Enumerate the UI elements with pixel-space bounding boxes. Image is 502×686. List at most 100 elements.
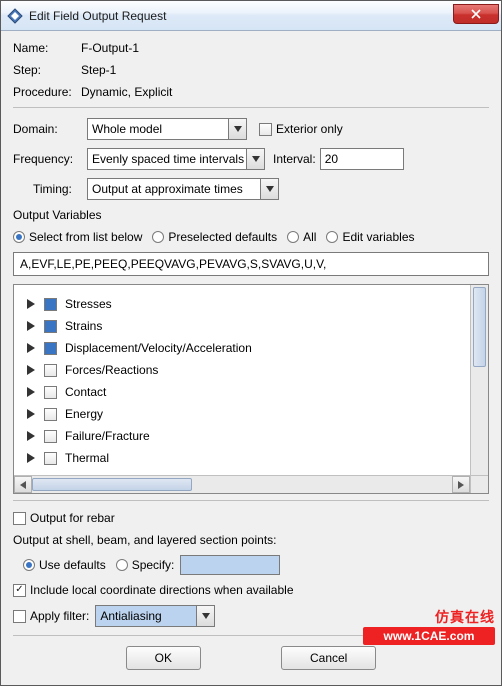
domain-label: Domain: [13, 122, 87, 136]
radio-select-from-list[interactable] [13, 231, 25, 243]
frequency-select[interactable]: Evenly spaced time intervals [87, 148, 265, 170]
timing-select-value: Output at approximate times [92, 182, 243, 196]
step-label: Step: [13, 63, 81, 77]
timing-select[interactable]: Output at approximate times [87, 178, 279, 200]
apply-filter-label: Apply filter: [30, 609, 89, 623]
variable-tree: Stresses Strains Displacement/Velocity/Acc… [13, 284, 489, 494]
tree-row[interactable]: Energy [20, 403, 464, 425]
radio-edit-label: Edit variables [342, 230, 414, 244]
radio-all-label: All [303, 230, 316, 244]
tree-checkbox[interactable] [44, 342, 57, 355]
radio-all[interactable] [287, 231, 299, 243]
horizontal-scrollbar[interactable] [14, 475, 470, 493]
output-variables-heading: Output Variables [13, 208, 489, 222]
procedure-value: Dynamic, Explicit [81, 85, 172, 99]
exterior-only-label: Exterior only [276, 122, 343, 136]
scrollbar-thumb[interactable] [473, 287, 486, 367]
radio-use-defaults[interactable] [23, 559, 35, 571]
radio-preselected[interactable] [152, 231, 164, 243]
include-local-label: Include local coordinate directions when… [30, 583, 294, 597]
chevron-down-icon [246, 149, 264, 169]
chevron-down-icon [228, 119, 246, 139]
watermark: 仿真在线 www.1CAE.com [363, 607, 495, 645]
tree-item-label: Contact [65, 385, 106, 399]
expand-icon[interactable] [26, 343, 36, 353]
output-rebar-label: Output for rebar [30, 511, 115, 525]
tree-row[interactable]: Forces/Reactions [20, 359, 464, 381]
radio-select-label: Select from list below [29, 230, 142, 244]
scrollbar-thumb[interactable] [32, 478, 192, 491]
tree-row[interactable]: Strains [20, 315, 464, 337]
tree-checkbox[interactable] [44, 298, 57, 311]
step-value: Step-1 [81, 63, 116, 77]
tree-item-label: Thermal [65, 451, 109, 465]
tree-checkbox[interactable] [44, 364, 57, 377]
expand-icon[interactable] [26, 321, 36, 331]
expand-icon[interactable] [26, 387, 36, 397]
ok-button[interactable]: OK [126, 646, 201, 670]
expand-icon[interactable] [26, 409, 36, 419]
output-rebar-checkbox[interactable] [13, 512, 26, 525]
variable-list-input[interactable]: A,EVF,LE,PE,PEEQ,PEEQVAVG,PEVAVG,S,SVAVG… [13, 252, 489, 276]
frequency-select-value: Evenly spaced time intervals [92, 152, 244, 166]
tree-item-label: Forces/Reactions [65, 363, 158, 377]
section-points-heading: Output at shell, beam, and layered secti… [13, 533, 489, 547]
expand-icon[interactable] [26, 299, 36, 309]
tree-row[interactable]: Contact [20, 381, 464, 403]
radio-edit-variables[interactable] [326, 231, 338, 243]
divider [13, 107, 489, 108]
filter-value: Antialiasing [100, 609, 161, 623]
tree-row[interactable]: Displacement/Velocity/Acceleration [20, 337, 464, 359]
domain-select[interactable]: Whole model [87, 118, 247, 140]
timing-label: Timing: [33, 182, 87, 196]
name-value: F-Output-1 [81, 41, 139, 55]
radio-specify[interactable] [116, 559, 128, 571]
domain-select-value: Whole model [92, 122, 162, 136]
dialog-content: Name: F-Output-1 Step: Step-1 Procedure:… [1, 31, 501, 676]
close-button[interactable] [453, 4, 499, 24]
apply-filter-checkbox[interactable] [13, 610, 26, 623]
name-label: Name: [13, 41, 81, 55]
frequency-label: Frequency: [13, 152, 87, 166]
variable-list-value: A,EVF,LE,PE,PEEQ,PEEQVAVG,PEVAVG,S,SVAVG… [20, 257, 326, 271]
tree-item-label: Energy [65, 407, 103, 421]
filter-select[interactable]: Antialiasing [95, 605, 215, 627]
divider [13, 500, 489, 501]
expand-icon[interactable] [26, 431, 36, 441]
tree-checkbox[interactable] [44, 452, 57, 465]
radio-preselected-label: Preselected defaults [168, 230, 277, 244]
specify-input[interactable] [180, 555, 280, 575]
tree-item-label: Strains [65, 319, 102, 333]
titlebar[interactable]: Edit Field Output Request [1, 1, 501, 31]
tree-checkbox[interactable] [44, 430, 57, 443]
use-defaults-label: Use defaults [39, 558, 106, 572]
tree-checkbox[interactable] [44, 386, 57, 399]
watermark-bottom: www.1CAE.com [363, 627, 495, 645]
window-title: Edit Field Output Request [29, 9, 453, 23]
scroll-corner [470, 475, 488, 493]
tree-item-label: Stresses [65, 297, 112, 311]
include-local-checkbox[interactable] [13, 584, 26, 597]
exterior-only-checkbox[interactable] [259, 123, 272, 136]
procedure-label: Procedure: [13, 85, 81, 99]
specify-label: Specify: [132, 558, 175, 572]
tree-row[interactable]: Failure/Fracture [20, 425, 464, 447]
interval-value: 20 [325, 152, 338, 166]
tree-item-label: Displacement/Velocity/Acceleration [65, 341, 252, 355]
scroll-left-button[interactable] [14, 476, 32, 493]
app-icon [7, 8, 23, 24]
scroll-right-button[interactable] [452, 476, 470, 493]
dialog-window: Edit Field Output Request Name: F-Output… [0, 0, 502, 686]
close-icon [471, 9, 481, 19]
interval-label: Interval: [273, 152, 316, 166]
interval-input[interactable]: 20 [320, 148, 404, 170]
tree-checkbox[interactable] [44, 320, 57, 333]
tree-checkbox[interactable] [44, 408, 57, 421]
tree-row[interactable]: Thermal [20, 447, 464, 469]
expand-icon[interactable] [26, 453, 36, 463]
tree-row[interactable]: Stresses [20, 293, 464, 315]
vertical-scrollbar[interactable] [470, 285, 488, 475]
chevron-down-icon [260, 179, 278, 199]
cancel-button[interactable]: Cancel [281, 646, 376, 670]
expand-icon[interactable] [26, 365, 36, 375]
